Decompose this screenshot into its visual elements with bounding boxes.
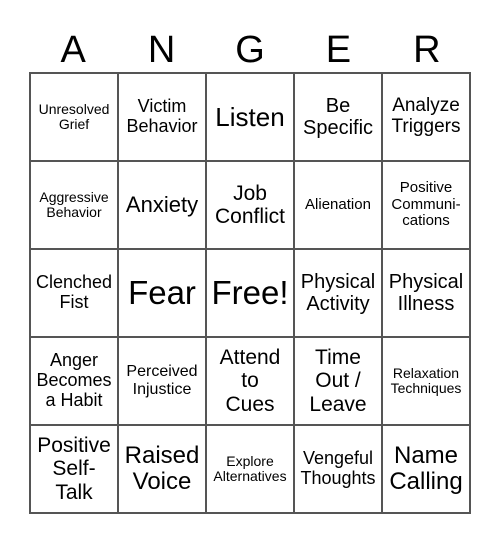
header-letter-r: R [413,29,441,71]
bingo-cell[interactable]: Raised Voice [118,425,206,513]
bingo-cell[interactable]: Analyze Triggers [382,73,470,161]
bingo-cell[interactable]: Vengeful Thoughts [294,425,382,513]
bingo-cell[interactable]: Anger Becomes a Habit [30,337,118,425]
bingo-cell[interactable]: Anxiety [118,161,206,249]
bingo-cell[interactable]: Time Out / Leave [294,337,382,425]
bingo-cell[interactable]: Listen [206,73,294,161]
bingo-cell[interactable]: Positive Self- Talk [30,425,118,513]
bingo-cell[interactable]: Alienation [294,161,382,249]
bingo-cell[interactable]: Clenched Fist [30,249,118,337]
bingo-cell[interactable]: Positive Communi- cations [382,161,470,249]
bingo-header: A N G E R [29,28,471,73]
bingo-cell[interactable]: Unresolved Grief [30,73,118,161]
bingo-card: Unresolved Grief Victim Behavior Listen … [29,72,471,514]
bingo-cell[interactable]: Aggressive Behavior [30,161,118,249]
bingo-cell[interactable]: Perceived Injustice [118,337,206,425]
header-letter-n: N [147,29,176,71]
bingo-cell[interactable]: Fear [118,249,206,337]
bingo-cell[interactable]: Relaxation Techniques [382,337,470,425]
header-letter-e: E [325,29,352,71]
bingo-cell[interactable]: Physical Activity [294,249,382,337]
bingo-cell[interactable]: Victim Behavior [118,73,206,161]
bingo-cell[interactable]: Job Conflict [206,161,294,249]
header-letter-g: G [235,29,265,71]
free-space-cell[interactable]: Free! [206,249,294,337]
bingo-cell[interactable]: Attend to Cues [206,337,294,425]
bingo-cell[interactable]: Explore Alternatives [206,425,294,513]
bingo-cell[interactable]: Be Specific [294,73,382,161]
bingo-cell[interactable]: Physical Illness [382,249,470,337]
header-letter-a: A [60,29,86,71]
bingo-cell[interactable]: Name Calling [382,425,470,513]
